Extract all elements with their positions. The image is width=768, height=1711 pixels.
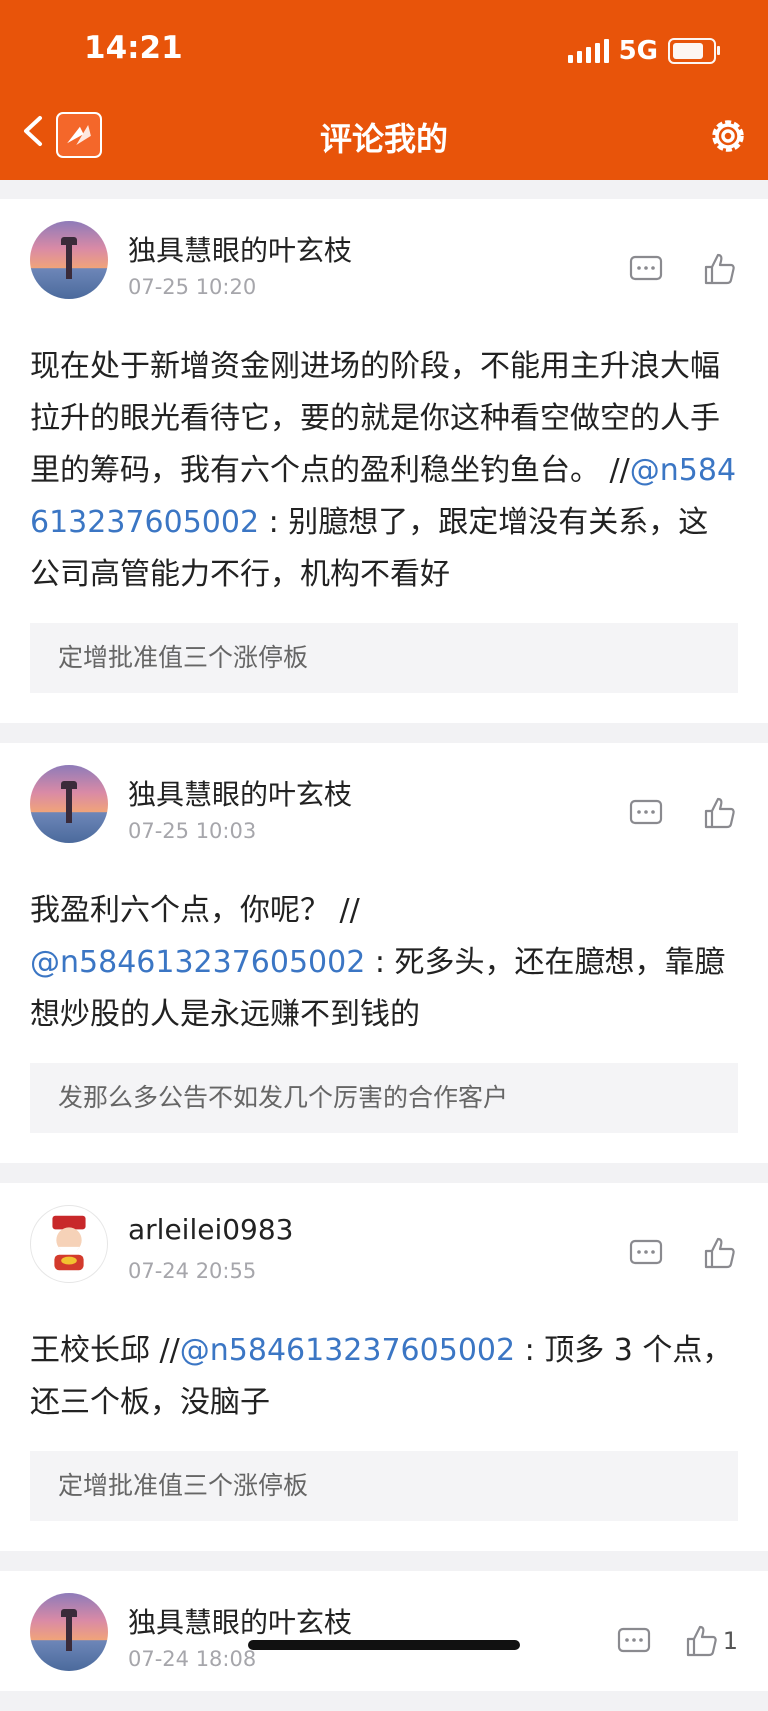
battery-icon: [668, 38, 720, 64]
settings-gear-icon[interactable]: [706, 114, 750, 158]
comment-text: 王校长邱 //@n584613237605002 : 顶多 3 个点，还三个板，…: [30, 1333, 733, 1420]
comment-time: 07-24 18:08: [128, 1647, 257, 1671]
comment-card: arleilei0983 07-24 20:55 王校长邱 //@n584613…: [0, 1183, 768, 1551]
app-header: 14:21 5G 评论我的: [0, 0, 768, 180]
comment-time: 07-25 10:03: [128, 819, 257, 843]
avatar[interactable]: [30, 1593, 108, 1671]
avatar[interactable]: [30, 765, 108, 843]
reply-comment-icon[interactable]: [628, 251, 664, 287]
user-name[interactable]: 独具慧眼的叶玄枝: [128, 229, 352, 269]
user-name[interactable]: 独具慧眼的叶玄枝: [128, 773, 352, 813]
comment-time: 07-24 20:55: [128, 1259, 257, 1283]
page-title: 评论我的: [319, 120, 448, 158]
user-mention-link[interactable]: @n584613237605002: [30, 945, 365, 980]
user-name[interactable]: 独具慧眼的叶玄枝: [128, 1601, 352, 1641]
status-time: 14:21: [84, 30, 183, 66]
avatar[interactable]: [30, 1205, 108, 1283]
comments-feed: 独具慧眼的叶玄枝 07-25 10:20 现在处于新增资金刚进场的阶段，不能用主…: [0, 199, 768, 1711]
like-thumb-icon[interactable]: [702, 795, 738, 831]
like-thumb-icon[interactable]: [702, 251, 738, 287]
quoted-original-post[interactable]: 发那么多公告不如发几个厉害的合作客户: [30, 1063, 738, 1133]
comment-card: 独具慧眼的叶玄枝 07-25 10:20 现在处于新增资金刚进场的阶段，不能用主…: [0, 199, 768, 723]
avatar[interactable]: [30, 221, 108, 299]
like-count: 1: [722, 1627, 738, 1655]
comment-text: 现在处于新增资金刚进场的阶段，不能用主升浪大幅拉升的眼光看待它，要的就是你这种看…: [30, 349, 737, 592]
home-indicator[interactable]: [248, 1640, 520, 1650]
like-thumb-icon[interactable]: [684, 1623, 720, 1659]
status-indicators: 5G: [567, 36, 720, 66]
like-thumb-icon[interactable]: [702, 1235, 738, 1271]
comment-text: 我盈利六个点，你呢？ //@n584613237605002 : 死多头，还在臆…: [30, 893, 725, 1032]
network-type: 5G: [618, 36, 658, 66]
comment-time: 07-25 10:20: [128, 275, 257, 299]
reply-comment-icon[interactable]: [628, 1235, 664, 1271]
quoted-original-post[interactable]: 定增批准值三个涨停板: [30, 623, 738, 693]
quoted-original-post[interactable]: 定增批准值三个涨停板: [30, 1451, 738, 1521]
reply-comment-icon[interactable]: [628, 795, 664, 831]
user-name[interactable]: arleilei0983: [128, 1213, 294, 1246]
reply-comment-icon[interactable]: [616, 1623, 652, 1659]
comment-card: 独具慧眼的叶玄枝 07-25 10:03 我盈利六个点，你呢？ //@n5846…: [0, 743, 768, 1163]
comment-card: 独具慧眼的叶玄枝 07-24 18:08 1: [0, 1571, 768, 1691]
signal-icon: [567, 39, 609, 63]
user-mention-link[interactable]: @n584613237605002: [180, 1333, 515, 1368]
